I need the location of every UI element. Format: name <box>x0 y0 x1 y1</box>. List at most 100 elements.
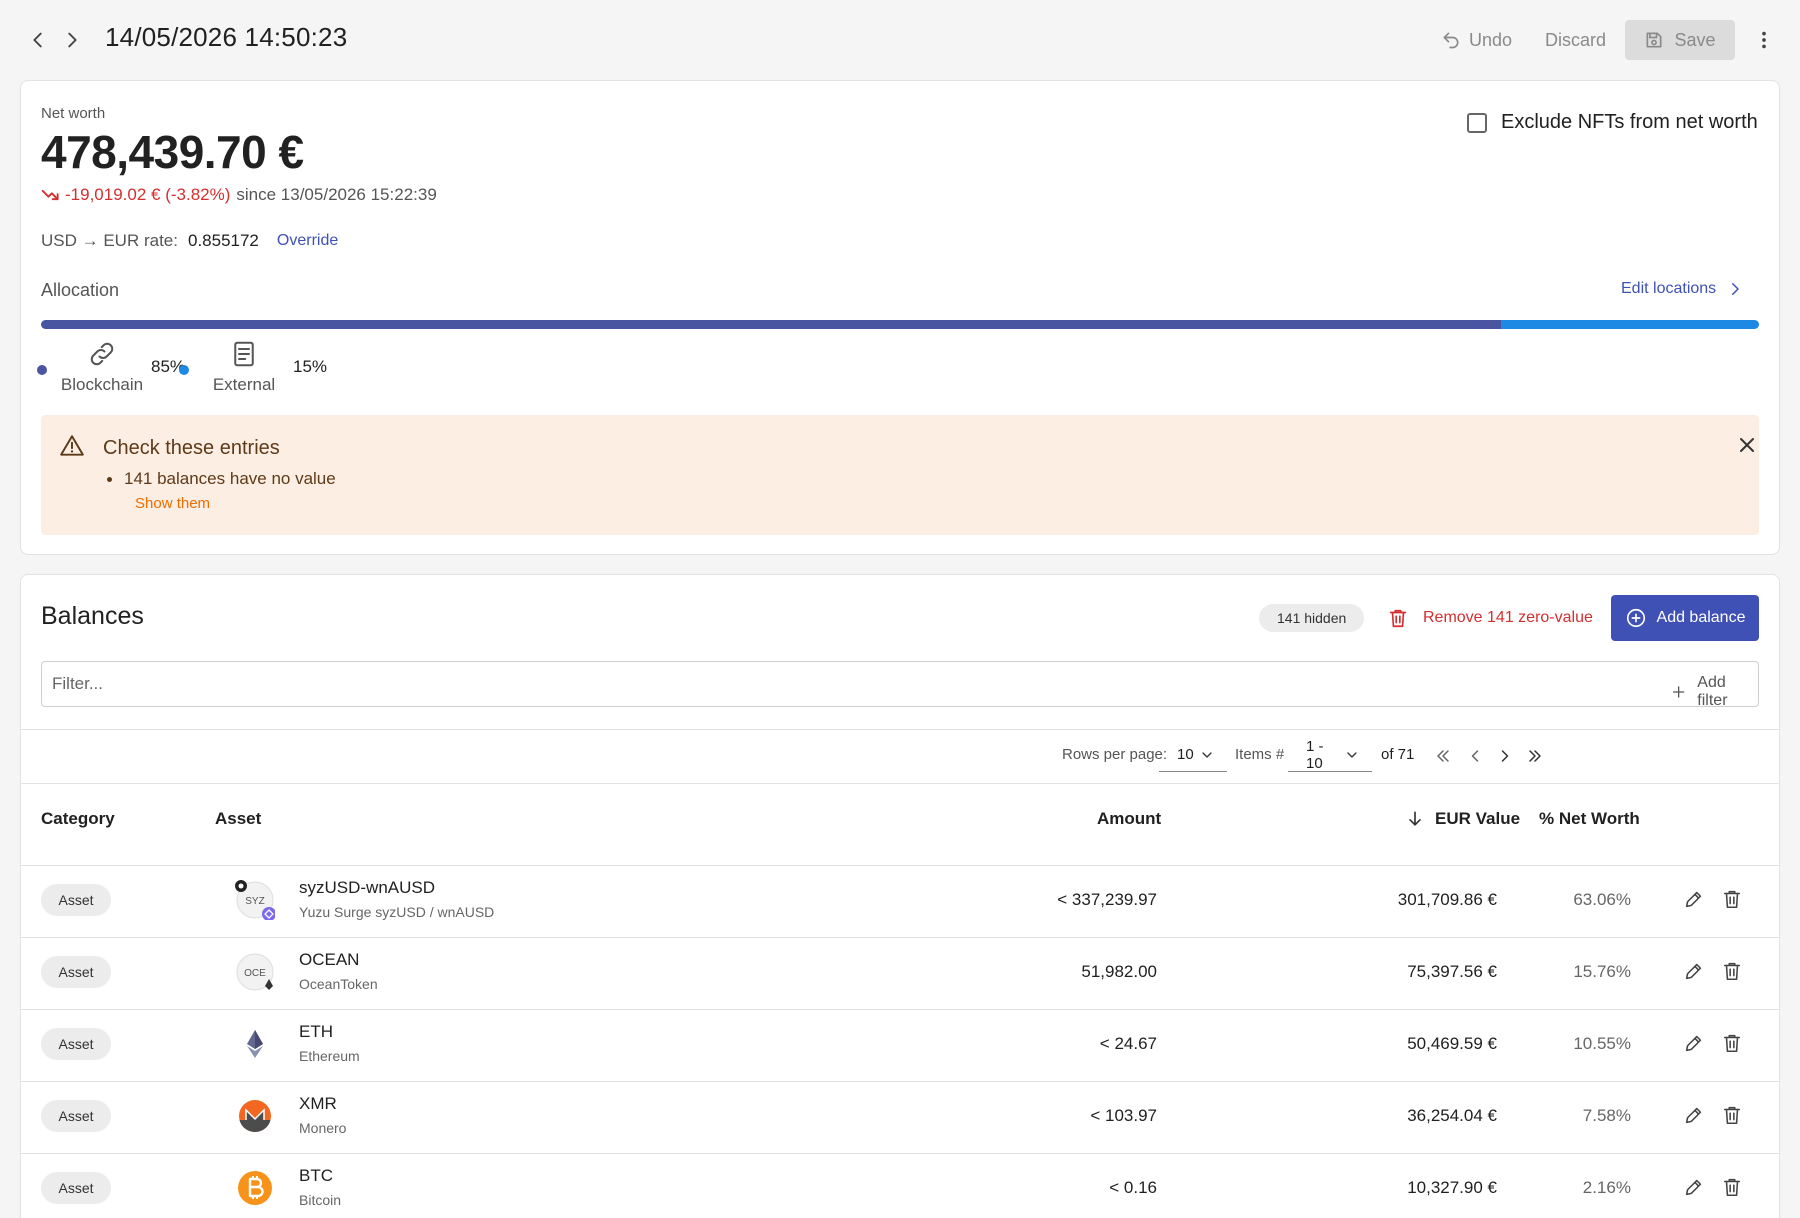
pencil-icon <box>1685 1179 1702 1196</box>
allocation-legend-blockchain[interactable]: Blockchain 85% <box>37 339 185 395</box>
asset-symbol: BTC <box>299 1166 333 1185</box>
undo-button[interactable]: Undo <box>1441 24 1512 56</box>
remove-zero-value-button[interactable]: Remove 141 zero-value <box>1387 599 1593 637</box>
category-chip: Asset <box>41 1172 111 1204</box>
close-icon[interactable] <box>1735 433 1759 457</box>
value-cell: 10,327.90 € <box>1407 1178 1497 1197</box>
asset-symbol: XMR <box>299 1094 337 1113</box>
chevron-right-icon <box>1501 750 1509 762</box>
add-balance-label: Add balance <box>1656 609 1746 626</box>
discard-button[interactable]: Discard <box>1545 24 1606 56</box>
pencil-icon <box>1685 963 1702 980</box>
edit-locations-button[interactable]: Edit locations <box>1621 280 1744 298</box>
add-circle-icon <box>1626 608 1645 628</box>
trending-down-icon <box>41 189 59 201</box>
edit-button[interactable] <box>1683 1104 1707 1128</box>
more-vertical-icon <box>1762 31 1766 49</box>
column-header-asset[interactable]: Asset <box>215 809 261 829</box>
legend-dot <box>179 365 189 375</box>
column-header-value[interactable]: EUR Value <box>1405 809 1520 829</box>
trash-icon <box>1723 1034 1741 1053</box>
ocean-token-icon: OCE <box>236 953 274 991</box>
top-bar: 14/05/2026 14:50:23 Undo Discard Save <box>0 0 1800 80</box>
exchange-rate-row: USD → EUR rate: 0.855172 Override <box>41 231 338 251</box>
percent-cell: 7.58% <box>1582 1106 1631 1125</box>
delete-button[interactable] <box>1721 1104 1745 1128</box>
chevron-down-icon <box>1347 751 1357 758</box>
syz-token-icon: SYZ <box>235 880 275 920</box>
alert-item: 141 balances have no value <box>107 469 336 489</box>
token-abbreviation: SYZ <box>245 896 264 907</box>
more-options-button[interactable] <box>1750 24 1778 56</box>
arrow-down-icon <box>1409 811 1421 826</box>
category-chip: Asset <box>41 1100 111 1132</box>
balances-card: Balances 141 hidden Remove 141 zero-valu… <box>20 574 1780 1218</box>
snapshot-datetime: 14/05/2026 14:50:23 <box>105 22 348 52</box>
save-button[interactable]: Save <box>1625 20 1735 60</box>
next-page-button[interactable] <box>1493 744 1517 768</box>
allocation-segment-external <box>1501 320 1759 329</box>
last-page-button[interactable] <box>1523 744 1547 768</box>
divider <box>21 729 1779 730</box>
asset-name: Ethereum <box>299 1048 360 1064</box>
ethereum-icon <box>247 1030 263 1058</box>
column-header-amount[interactable]: Amount <box>1097 809 1161 829</box>
allocation-label: Allocation <box>41 280 120 300</box>
add-balance-button[interactable]: Add balance <box>1611 595 1759 641</box>
table-row[interactable]: Asset ETH Ethereum < 24.67 50,469.59 € 1… <box>21 1009 1779 1081</box>
edit-button[interactable] <box>1683 1032 1707 1056</box>
first-page-button[interactable] <box>1431 744 1455 768</box>
column-header-value-label: EUR Value <box>1435 809 1521 828</box>
warning-icon <box>60 435 84 456</box>
column-header-category[interactable]: Category <box>41 809 115 829</box>
delete-button[interactable] <box>1721 1032 1745 1056</box>
previous-snapshot-button[interactable] <box>22 24 54 56</box>
token-abbreviation: OCE <box>244 968 266 979</box>
asset-name: OceanToken <box>299 976 378 992</box>
allocation-legend-external[interactable]: External 15% <box>179 339 327 395</box>
rows-per-page-select[interactable]: 10 <box>1159 738 1227 772</box>
asset-symbol: syzUSD-wnAUSD <box>299 878 436 897</box>
table-row[interactable]: Asset BTC Bitcoin < 0.16 10,327.90 € 2.1… <box>21 1153 1779 1218</box>
table-row[interactable]: Asset SYZ syzUSD-wnAUSD Yuzu Surge syzUS… <box>21 865 1779 937</box>
exclude-nfts-checkbox[interactable] <box>1467 112 1487 133</box>
trash-icon <box>1723 1106 1741 1125</box>
show-them-link[interactable]: Show them <box>135 495 210 512</box>
value-cell: 50,469.59 € <box>1407 1034 1497 1053</box>
asset-symbol: OCEAN <box>299 950 360 969</box>
next-snapshot-button[interactable] <box>56 24 88 56</box>
delete-button[interactable] <box>1721 888 1745 912</box>
exclude-nfts-toggle[interactable]: Exclude NFTs from net worth <box>1467 111 1758 134</box>
net-worth-change-amount: -19,019.02 € (-3.82%) <box>65 185 231 204</box>
percent-cell: 15.76% <box>1573 962 1631 981</box>
pencil-icon <box>1685 1035 1702 1052</box>
items-range-select[interactable]: 1 - 10 <box>1288 738 1372 772</box>
edit-button[interactable] <box>1683 888 1707 912</box>
value-cell: 301,709.86 € <box>1397 890 1497 909</box>
column-header-percent[interactable]: % Net Worth <box>1539 809 1640 829</box>
delete-button[interactable] <box>1721 960 1745 984</box>
chevron-right-icon <box>68 32 77 48</box>
override-rate-link[interactable]: Override <box>277 232 338 250</box>
items-range-value: 1 - 10 <box>1306 737 1324 772</box>
edit-locations-label: Edit locations <box>1621 280 1717 297</box>
table-header: Category Asset Amount EUR Value % Net Wo… <box>21 785 1779 855</box>
previous-page-button[interactable] <box>1463 744 1487 768</box>
hidden-count-chip[interactable]: 141 hidden <box>1259 604 1365 632</box>
amount-cell: 51,982.00 <box>1081 962 1157 981</box>
table-row[interactable]: Asset OCE OCEAN OceanToken 51,982.00 75,… <box>21 937 1779 1009</box>
document-icon <box>234 341 254 367</box>
edit-button[interactable] <box>1683 960 1707 984</box>
table-row[interactable]: Asset XMR Monero < 103.97 36,254.04 € 7.… <box>21 1081 1779 1153</box>
exchange-rate-label: USD → EUR rate: <box>41 231 178 250</box>
trash-icon <box>1723 962 1741 981</box>
chevrons-right-icon <box>1529 750 1541 762</box>
category-chip: Asset <box>41 884 111 916</box>
filter-input[interactable] <box>52 662 1552 706</box>
category-chip: Asset <box>41 1028 111 1060</box>
delete-button[interactable] <box>1721 1176 1745 1200</box>
edit-button[interactable] <box>1683 1176 1707 1200</box>
net-worth-card: Net worth 478,439.70 € -19,019.02 € (-3.… <box>20 80 1780 555</box>
chevron-down-icon <box>1202 751 1212 758</box>
add-filter-button[interactable]: Add filter <box>1670 674 1758 710</box>
